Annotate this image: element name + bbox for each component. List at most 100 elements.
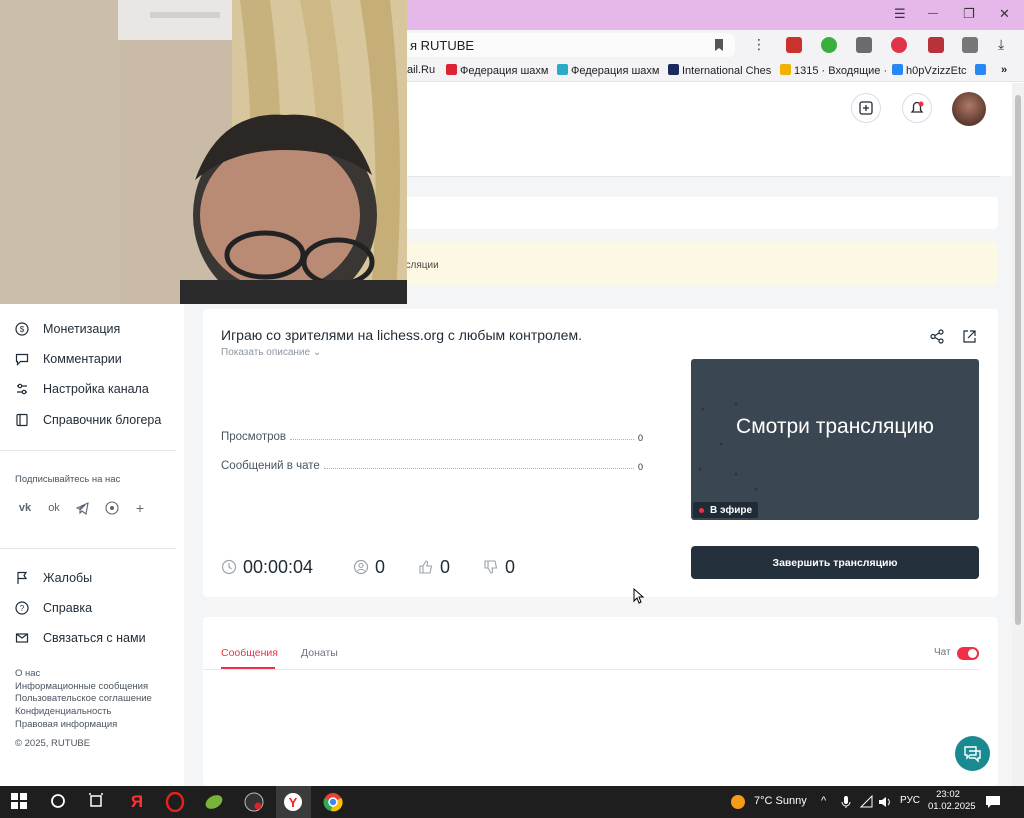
sidebar-item-help[interactable]: ? Справка: [15, 598, 92, 618]
sidebar-item-complaints[interactable]: Жалобы: [15, 568, 92, 588]
vk-icon: [975, 64, 986, 75]
plus-icon[interactable]: +: [132, 500, 148, 516]
windows-start-icon[interactable]: [10, 792, 32, 812]
dislikes-counter: 0: [483, 556, 515, 578]
chat-toggle-label: Чат: [934, 647, 951, 658]
duration-counter: 00:00:04: [221, 556, 313, 578]
tabs-divider: [203, 669, 980, 670]
system-clock[interactable]: 23:02 01.02.2025: [928, 789, 976, 813]
comment-icon: [15, 353, 29, 366]
chevron-up-icon[interactable]: ^: [821, 795, 826, 807]
microphone-icon[interactable]: [841, 795, 851, 809]
share-icon[interactable]: [930, 329, 945, 344]
browser-menu-icon[interactable]: ☰: [894, 6, 906, 22]
bookmark-link[interactable]: International Ches: [668, 64, 771, 77]
footer-link-terms[interactable]: Пользовательское соглашение: [15, 693, 152, 704]
footer-link-privacy[interactable]: Конфиденциальность: [15, 706, 111, 717]
mail-icon: [780, 64, 791, 75]
sidebar-item-label: Связаться с нами: [43, 631, 146, 645]
upload-button[interactable]: [851, 93, 881, 123]
support-chat-button[interactable]: [955, 736, 990, 771]
chat-toggle[interactable]: [957, 647, 979, 660]
external-link-icon[interactable]: [962, 329, 977, 344]
vk-icon[interactable]: vk: [17, 500, 33, 516]
sidebar-item-label: Справка: [43, 601, 93, 615]
notification-center-icon[interactable]: [985, 795, 1001, 809]
ok-icon[interactable]: ok: [46, 500, 62, 516]
flag-icon: [17, 571, 28, 584]
maximize-button[interactable]: ❐: [963, 6, 975, 22]
download-icon[interactable]: ⤓: [998, 36, 1004, 53]
thumbs-down-icon: [484, 560, 498, 574]
weather-sun-icon: [731, 795, 745, 809]
bookmark-link[interactable]: [975, 64, 989, 77]
extension-icon[interactable]: [821, 37, 837, 53]
telegram-icon[interactable]: [75, 500, 91, 516]
search-icon[interactable]: [49, 792, 71, 812]
sidebar-item-comments[interactable]: Комментарии: [15, 349, 122, 369]
yandex-icon[interactable]: Я: [126, 792, 148, 812]
show-description-link[interactable]: Показать описание ⌄: [221, 347, 321, 358]
network-icon[interactable]: [860, 795, 874, 809]
svg-text:$: $: [20, 325, 25, 334]
dollar-icon: $: [15, 322, 29, 336]
sidebar-item-monetization[interactable]: $ Монетизация: [15, 319, 120, 339]
notice-banner: [390, 242, 998, 286]
mouse-cursor-icon: [633, 588, 645, 604]
weather-text[interactable]: 7°C Sunny: [754, 795, 807, 807]
bookmark-link[interactable]: 1315 · Входящие ·: [780, 64, 887, 77]
svg-text:?: ?: [20, 604, 25, 613]
copyright: © 2025, RUTUBE: [15, 738, 91, 749]
extension-icon[interactable]: [891, 37, 907, 53]
webcam-feed: [0, 0, 407, 304]
bell-icon: [910, 101, 924, 113]
sidebar-item-blogger-guide[interactable]: Справочник блогера: [15, 410, 161, 430]
tab-messages[interactable]: Сообщения: [221, 647, 278, 659]
chess-icon: [446, 64, 457, 75]
more-bookmarks-icon[interactable]: »: [1001, 64, 1007, 76]
sidebar-item-label: Монетизация: [43, 322, 121, 336]
svg-text:Y: Y: [289, 795, 298, 810]
close-button[interactable]: ✕: [999, 6, 1010, 22]
viber-icon[interactable]: [104, 500, 120, 516]
book-icon: [16, 413, 28, 427]
help-icon: ?: [15, 601, 29, 615]
bookmark-icon[interactable]: [713, 38, 725, 52]
bookmark-link[interactable]: Федерация шахм: [446, 64, 548, 77]
chrome-icon[interactable]: [323, 792, 345, 812]
more-icon[interactable]: ⋮: [752, 36, 766, 53]
footer-link-info[interactable]: Информационные сообщения: [15, 681, 148, 692]
stat-value: 0: [637, 462, 643, 472]
bookmark-link[interactable]: h0pVzizzEtc: [892, 64, 967, 77]
app-icon[interactable]: [204, 792, 226, 812]
bookmark-link[interactable]: ail.Ru: [407, 64, 435, 76]
sidebar-item-label: Жалобы: [43, 571, 93, 585]
yandex-browser-icon[interactable]: Y: [283, 792, 305, 812]
url-text[interactable]: я RUTUBE: [410, 38, 474, 53]
scrollbar-thumb[interactable]: [1015, 95, 1021, 625]
sidebar-item-channel-settings[interactable]: Настройка канала: [15, 379, 149, 399]
language-indicator[interactable]: РУС: [900, 795, 920, 806]
obs-icon[interactable]: [244, 792, 266, 812]
extension-icon[interactable]: [856, 37, 872, 53]
vk-icon: [892, 64, 903, 75]
minimize-button[interactable]: —: [928, 8, 938, 19]
footer-link-legal[interactable]: Правовая информация: [15, 719, 117, 730]
stat-views: Просмотров 0: [221, 429, 643, 443]
opera-icon[interactable]: [165, 792, 187, 812]
footer-link-about[interactable]: О нас: [15, 668, 40, 679]
extensions-puzzle-icon[interactable]: [962, 37, 978, 53]
chat-card: [203, 617, 998, 786]
task-view-icon[interactable]: [87, 792, 109, 812]
sidebar-item-label: Комментарии: [43, 352, 122, 366]
extension-icon[interactable]: [786, 37, 802, 53]
bookmark-link[interactable]: Федерация шахм: [557, 64, 659, 77]
live-badge: В эфире: [693, 502, 759, 518]
sidebar-item-contact[interactable]: Связаться с нами: [15, 628, 146, 648]
end-stream-button[interactable]: Завершить трансляцию: [691, 546, 979, 579]
volume-icon[interactable]: [878, 795, 892, 809]
extension-icon[interactable]: [928, 37, 944, 53]
tab-donations[interactable]: Донаты: [301, 647, 338, 659]
notifications-button[interactable]: [902, 93, 932, 123]
user-avatar[interactable]: [952, 92, 986, 126]
